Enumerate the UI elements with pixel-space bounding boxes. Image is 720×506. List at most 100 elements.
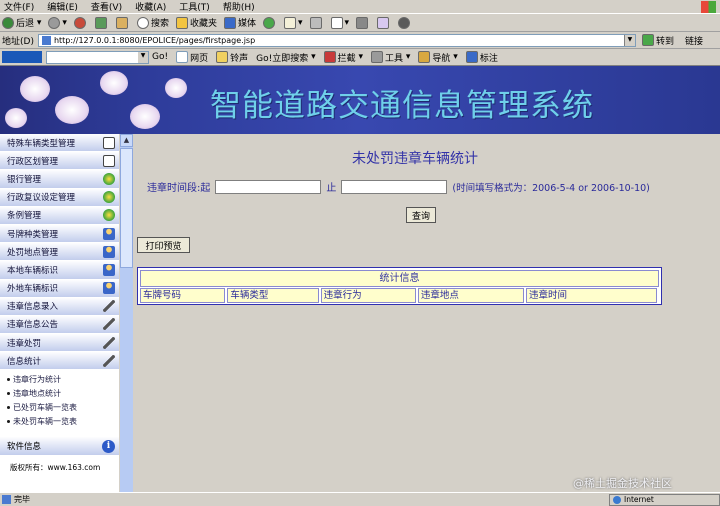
address-bar: 地址(D) http://127.0.0.1:8080/EPOLICE/page…	[0, 32, 720, 49]
globe-icon	[103, 172, 115, 185]
sidebar-item-penalty-location[interactable]: 处罚地点管理	[0, 243, 119, 262]
banner: 智能道路交通信息管理系统	[0, 66, 720, 134]
edit-page-button[interactable]: ▾	[330, 16, 349, 29]
tool-icon	[103, 300, 115, 313]
search-button[interactable]: 搜索	[136, 16, 169, 29]
sidebar-item-local-vehicle[interactable]: 本地车辆标识	[0, 261, 119, 280]
refresh-button[interactable]	[94, 16, 109, 29]
shield-icon	[323, 51, 336, 63]
edit-icon	[103, 154, 115, 167]
statistics-submenu: 违章行为统计 违章地点统计 已处罚车辆一览表 未处罚车辆一览表	[0, 370, 119, 429]
history-icon	[262, 16, 275, 29]
flower-decoration	[20, 76, 50, 102]
end-date-input[interactable]	[341, 179, 448, 194]
go-search-button[interactable]: Go!	[152, 52, 168, 62]
sidebar-item-violation-notice[interactable]: 违章信息公告	[0, 315, 119, 335]
print-toolbar-button[interactable]	[309, 16, 324, 29]
web-link[interactable]: 网页	[176, 51, 208, 64]
refresh-icon	[94, 16, 107, 29]
music-note-icon	[216, 51, 229, 63]
scrollbar-thumb[interactable]	[120, 148, 133, 268]
scroll-up-arrow-icon[interactable]: ▲	[120, 134, 133, 147]
sidebar-item-violation-entry[interactable]: 违章信息录入	[0, 297, 119, 316]
home-button[interactable]	[115, 16, 130, 29]
sidebar-item-nonlocal-vehicle[interactable]: 外地车辆标识	[0, 279, 119, 298]
status-bar: 完毕 Internet	[0, 492, 720, 506]
date-start-label: 违章时间段:起	[147, 183, 211, 194]
back-arrow-icon	[2, 16, 14, 29]
media-button[interactable]: 媒体	[223, 16, 256, 29]
sidebar-item-plate-type[interactable]: 号牌种类管理	[0, 224, 119, 244]
go-button[interactable]: 转到	[641, 34, 674, 47]
web-icon	[176, 51, 189, 63]
discuss-button[interactable]	[356, 16, 370, 29]
menu-favorites[interactable]: 收藏(A)	[131, 0, 175, 13]
address-input[interactable]: http://127.0.0.1:8080/EPOLICE/pages/firs…	[37, 33, 636, 47]
menu-help[interactable]: 帮助(H)	[219, 0, 264, 13]
col-violation-time: 违章时间	[526, 288, 657, 303]
home-icon	[115, 16, 128, 29]
yahoo-search-input[interactable]: ▼	[46, 50, 149, 64]
menu-view[interactable]: 查看(V)	[87, 0, 131, 13]
watermark: @稀土掘金技术社区	[573, 477, 672, 490]
sub-item-location-stats[interactable]: 违章地点统计	[0, 386, 119, 400]
compass-icon	[418, 51, 431, 63]
person-icon	[103, 263, 115, 276]
msn-button[interactable]	[398, 16, 412, 29]
col-vehicle-type: 车辆类型	[227, 288, 319, 303]
statistics-header: 统计信息	[140, 270, 659, 287]
intercept-link[interactable]: 拦截 ▾	[323, 51, 363, 64]
stop-button[interactable]	[73, 16, 88, 29]
software-info-header[interactable]: 软件信息 i	[0, 437, 119, 456]
printer-icon	[309, 16, 322, 29]
instant-search-button[interactable]: Go!立即搜索 ▾	[256, 51, 315, 64]
globe-icon	[103, 209, 115, 222]
mail-button[interactable]: ▾	[283, 16, 303, 29]
menu-tools[interactable]: 工具(T)	[175, 0, 219, 13]
history-button[interactable]	[262, 16, 277, 29]
stop-icon	[73, 16, 86, 29]
back-button[interactable]: 后退 ▾	[2, 16, 41, 29]
menu-file[interactable]: 文件(F)	[0, 0, 43, 13]
query-button[interactable]: 查询	[406, 207, 436, 223]
star-icon	[175, 16, 188, 29]
sidebar-item-violation-penalty[interactable]: 违章处罚	[0, 334, 119, 353]
copyright-text: 版权所有：www.163.com	[10, 463, 101, 473]
date-format-hint: (时间填写格式为：2006-5-4 or 2006-10-10)	[452, 182, 650, 194]
edit-icon	[103, 136, 115, 149]
mark-link[interactable]: 标注	[465, 51, 498, 64]
tool-icon	[103, 354, 115, 367]
forward-button[interactable]: ▾	[48, 16, 67, 29]
sub-item-penalized-list[interactable]: 已处罚车辆一览表	[0, 400, 119, 414]
flower-decoration	[5, 108, 27, 128]
sidebar-item-bank[interactable]: 银行管理	[0, 170, 119, 189]
favorites-button[interactable]: 收藏夹	[175, 16, 217, 29]
tool-icon	[103, 336, 115, 349]
media-icon	[223, 16, 236, 29]
status-text: 完毕	[14, 495, 30, 504]
go-arrow-icon	[641, 34, 654, 46]
yahoo-logo-icon[interactable]	[2, 51, 42, 63]
banner-title: 智能道路交通信息管理系统	[210, 88, 594, 124]
sidebar-item-regulations[interactable]: 条例管理	[0, 206, 119, 225]
sidebar-item-special-vehicle-type[interactable]: 特殊车辆类型管理	[0, 134, 119, 153]
address-dropdown-icon[interactable]: ▼	[623, 34, 635, 46]
tools-link[interactable]: 工具 ▾	[371, 51, 410, 64]
menu-edit[interactable]: 编辑(E)	[43, 0, 87, 13]
sidebar-item-statistics[interactable]: 信息统计	[0, 352, 119, 371]
messenger-button[interactable]	[377, 16, 391, 29]
links-label[interactable]: 链接	[685, 34, 703, 47]
info-icon: i	[102, 439, 115, 453]
sub-item-behavior-stats[interactable]: 违章行为统计	[0, 372, 119, 386]
nav-link[interactable]: 导航 ▾	[418, 51, 458, 64]
print-preview-button[interactable]: 打印预览	[137, 237, 190, 253]
sub-item-unpenalized-list[interactable]: 未处罚车辆一览表	[0, 414, 119, 428]
pin-icon	[465, 51, 478, 63]
wrench-icon	[371, 51, 384, 63]
ring-link[interactable]: 铃声	[216, 51, 248, 64]
sidebar-item-admin-review[interactable]: 行政复议设定管理	[0, 188, 119, 207]
start-date-input[interactable]	[215, 179, 322, 194]
flower-decoration	[165, 78, 187, 98]
tool-icon	[103, 318, 115, 331]
sidebar-item-admin-region[interactable]: 行政区划管理	[0, 152, 119, 171]
